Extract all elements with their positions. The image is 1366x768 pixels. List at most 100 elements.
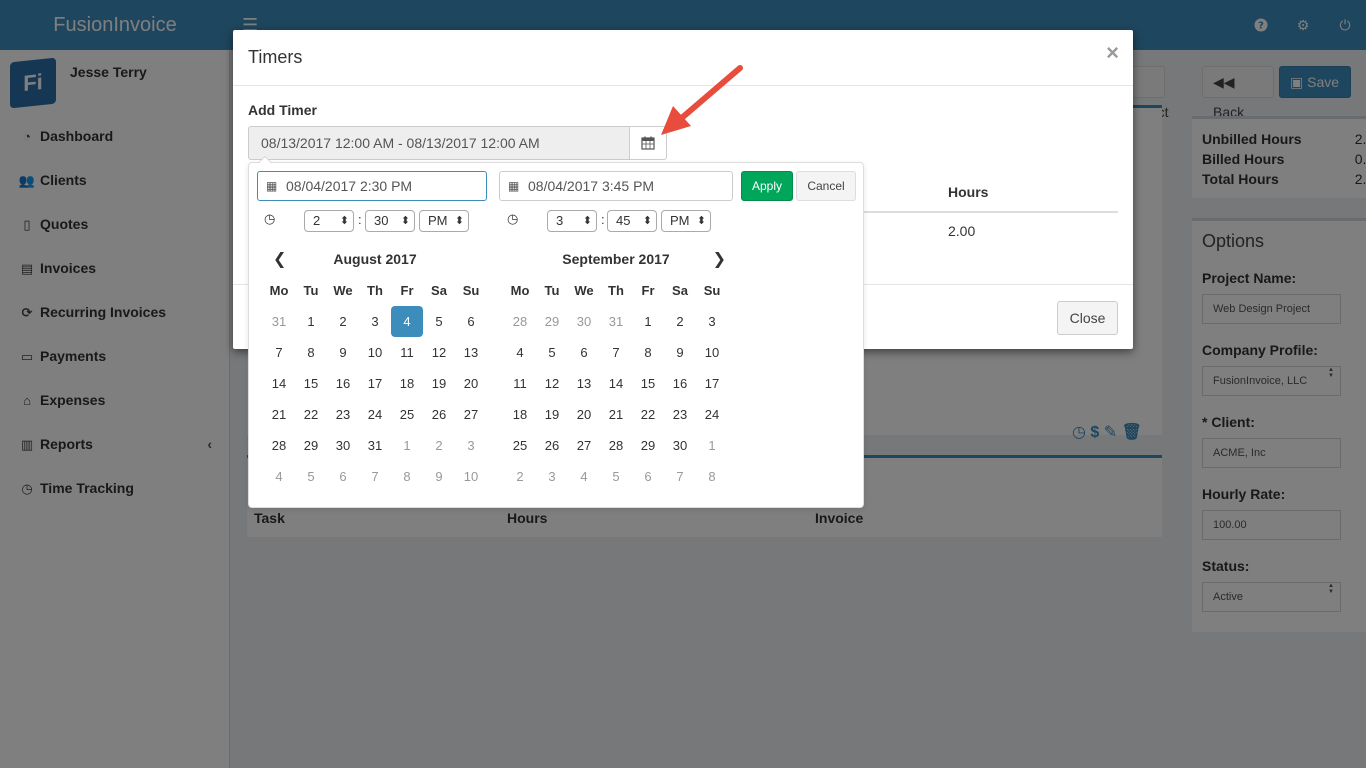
apply-button[interactable]: Apply [741,171,793,201]
calendar-day[interactable]: 25 [504,430,536,461]
calendar-day[interactable]: 23 [327,399,359,430]
start-minute-select[interactable]: 30 [365,210,415,232]
calendar-day[interactable]: 7 [600,337,632,368]
calendar-day[interactable]: 29 [632,430,664,461]
calendar-day[interactable]: 4 [391,306,423,337]
calendar-day[interactable]: 28 [263,430,295,461]
calendar-day[interactable]: 24 [359,399,391,430]
calendar-day[interactable]: 6 [632,461,664,492]
calendar-day[interactable]: 14 [600,368,632,399]
calendar-day[interactable]: 18 [391,368,423,399]
calendar-day[interactable]: 11 [391,337,423,368]
calendar-day[interactable]: 12 [423,337,455,368]
calendar-day[interactable]: 8 [696,461,728,492]
calendar-day[interactable]: 3 [359,306,391,337]
calendar-day[interactable]: 2 [664,306,696,337]
calendar-day[interactable]: 1 [632,306,664,337]
calendar-day[interactable]: 4 [263,461,295,492]
calendar-day[interactable]: 1 [391,430,423,461]
calendar-day[interactable]: 30 [568,306,600,337]
calendar-day[interactable]: 19 [423,368,455,399]
calendar-day[interactable]: 2 [327,306,359,337]
calendar-day[interactable]: 28 [504,306,536,337]
chevron-right-icon[interactable]: ❯ [713,249,726,269]
calendar-day[interactable]: 7 [359,461,391,492]
calendar-day[interactable]: 9 [664,337,696,368]
calendar-day[interactable]: 12 [536,368,568,399]
calendar-day[interactable]: 7 [664,461,696,492]
calendar-day[interactable]: 8 [391,461,423,492]
calendar-day[interactable]: 24 [696,399,728,430]
calendar-day[interactable]: 4 [504,337,536,368]
start-hour-select[interactable]: 2 [304,210,354,232]
calendar-day[interactable]: 13 [568,368,600,399]
calendar-day[interactable]: 29 [536,306,568,337]
calendar-day[interactable]: 11 [504,368,536,399]
calendar-day[interactable]: 21 [600,399,632,430]
calendar-day[interactable]: 7 [263,337,295,368]
close-icon[interactable]: × [1106,42,1119,64]
calendar-day[interactable]: 31 [263,306,295,337]
calendar-day[interactable]: 21 [263,399,295,430]
calendar-day[interactable]: 5 [423,306,455,337]
calendar-day[interactable]: 26 [423,399,455,430]
calendar-day[interactable]: 16 [664,368,696,399]
calendar-day[interactable]: 2 [504,461,536,492]
calendar-day[interactable]: 20 [568,399,600,430]
calendar-day[interactable]: 8 [632,337,664,368]
calendar-day[interactable]: 10 [359,337,391,368]
calendar-day[interactable]: 6 [327,461,359,492]
calendar-day[interactable]: 15 [632,368,664,399]
calendar-day[interactable]: 25 [391,399,423,430]
calendar-day[interactable]: 13 [455,337,487,368]
calendar-day[interactable]: 6 [455,306,487,337]
calendar-day[interactable]: 6 [568,337,600,368]
end-minute-select[interactable]: 45 [607,210,657,232]
calendar-day[interactable]: 30 [327,430,359,461]
calendar-day[interactable]: 23 [664,399,696,430]
calendar-day[interactable]: 17 [359,368,391,399]
calendar-day[interactable]: 5 [295,461,327,492]
calendar-day[interactable]: 9 [327,337,359,368]
calendar-day[interactable]: 3 [455,430,487,461]
start-ampm-select[interactable]: PM [419,210,469,232]
end-ampm-select[interactable]: PM [661,210,711,232]
calendar-day[interactable]: 10 [455,461,487,492]
calendar-day[interactable]: 28 [600,430,632,461]
calendar-day[interactable]: 1 [696,430,728,461]
end-hour-select[interactable]: 3 [547,210,597,232]
calendar-day[interactable]: 2 [423,430,455,461]
calendar-day[interactable]: 22 [632,399,664,430]
calendar-day[interactable]: 4 [568,461,600,492]
calendar-day[interactable]: 3 [696,306,728,337]
calendar-day[interactable]: 5 [600,461,632,492]
calendar-day[interactable]: 10 [696,337,728,368]
calendar-day[interactable]: 20 [455,368,487,399]
calendar-day[interactable]: 31 [359,430,391,461]
calendar-day[interactable]: 18 [504,399,536,430]
calendar-day[interactable]: 14 [263,368,295,399]
calendar-day[interactable]: 3 [536,461,568,492]
calendar-day[interactable]: 15 [295,368,327,399]
calendar-day[interactable]: 27 [455,399,487,430]
calendar-day[interactable]: 26 [536,430,568,461]
weekday-label: We [333,283,353,298]
calendar-day[interactable]: 30 [664,430,696,461]
calendar-day[interactable]: 9 [423,461,455,492]
calendar-day[interactable]: 31 [600,306,632,337]
cancel-button[interactable]: Cancel [796,171,856,201]
calendar-day[interactable]: 27 [568,430,600,461]
calendar-day[interactable]: 5 [536,337,568,368]
calendar-day[interactable]: 29 [295,430,327,461]
close-button[interactable]: Close [1057,301,1118,335]
calendar-day[interactable]: 19 [536,399,568,430]
calendar-day[interactable]: 1 [295,306,327,337]
calendar-day[interactable]: 17 [696,368,728,399]
calendar-day[interactable]: 22 [295,399,327,430]
calendar-day[interactable]: 16 [327,368,359,399]
timer-range-input[interactable]: 08/13/2017 12:00 AM - 08/13/2017 12:00 A… [248,126,630,160]
end-datetime-input[interactable]: ▦ 08/04/2017 3:45 PM [499,171,733,201]
start-datetime-input[interactable]: ▦ 08/04/2017 2:30 PM [257,171,487,201]
calendar-day[interactable]: 8 [295,337,327,368]
weekday-label: Tu [544,283,560,298]
